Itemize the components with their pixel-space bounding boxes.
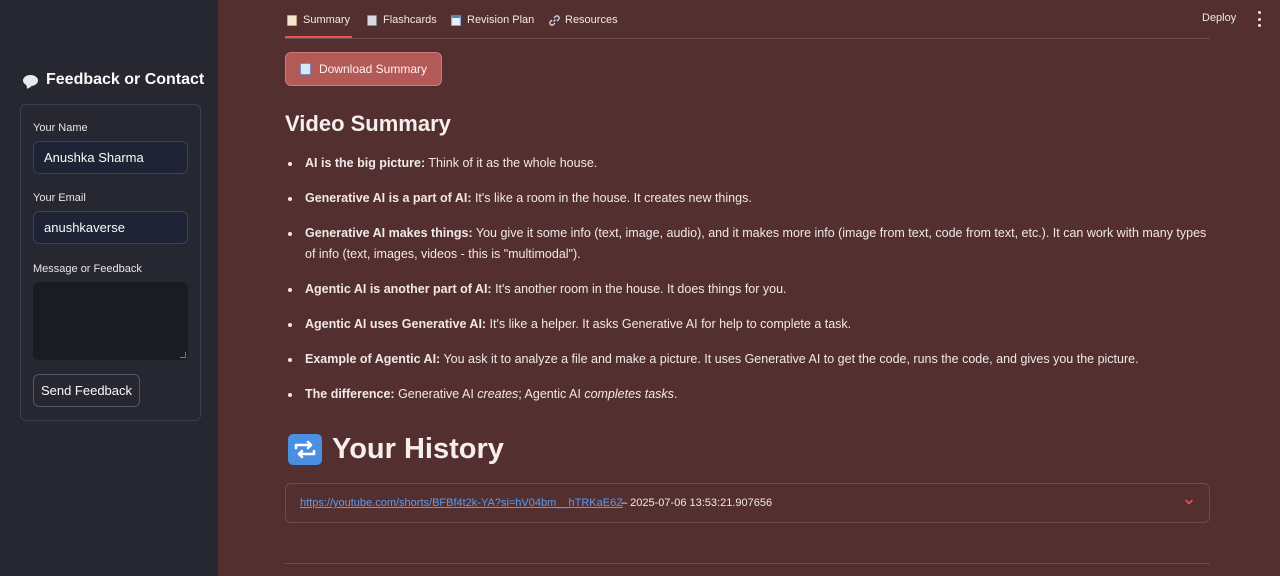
name-label: Your Name bbox=[33, 122, 88, 134]
history-heading: Your History bbox=[288, 433, 504, 466]
list-item: Generative AI makes things: You give it … bbox=[285, 223, 1215, 265]
download-summary-button[interactable]: Download Summary bbox=[285, 52, 442, 86]
tab-flashcards-label: Flashcards bbox=[383, 14, 437, 26]
tab-bar: Summary Flashcards Revision Plan Resourc… bbox=[285, 0, 1210, 39]
list-item: Agentic AI uses Generative AI: It's like… bbox=[285, 314, 1215, 335]
list-item: Generative AI is a part of AI: It's like… bbox=[285, 188, 1215, 209]
divider bbox=[285, 563, 1210, 564]
cards-icon bbox=[367, 14, 377, 26]
tab-summary[interactable]: Summary bbox=[287, 14, 350, 26]
active-tab-indicator bbox=[285, 36, 352, 38]
email-input[interactable]: anushkaverse bbox=[33, 211, 188, 244]
list-item: AI is the big picture: Think of it as th… bbox=[285, 153, 1215, 174]
message-label: Message or Feedback bbox=[33, 263, 142, 275]
send-feedback-button[interactable]: Send Feedback bbox=[33, 374, 140, 407]
history-link[interactable]: https://youtube.com/shorts/BFBf4t2k-YA?s… bbox=[300, 497, 623, 509]
summary-heading: Video Summary bbox=[285, 111, 451, 136]
tab-flashcards[interactable]: Flashcards bbox=[367, 14, 437, 26]
book-icon bbox=[299, 63, 311, 75]
chevron-down-icon[interactable] bbox=[1184, 497, 1194, 507]
list-item: The difference: Generative AI creates; A… bbox=[285, 384, 1215, 405]
history-timestamp: – 2025-07-06 13:53:21.907656 bbox=[621, 497, 773, 509]
list-item: Example of Agentic AI: You ask it to ana… bbox=[285, 349, 1215, 370]
message-textarea[interactable] bbox=[33, 282, 188, 360]
tab-resources[interactable]: Resources bbox=[549, 14, 618, 26]
sidebar-title: Feedback or Contact bbox=[23, 71, 204, 89]
list-item: Agentic AI is another part of AI: It's a… bbox=[285, 279, 1215, 300]
download-summary-label: Download Summary bbox=[318, 62, 428, 76]
sidebar-title-text: Feedback or Contact bbox=[46, 71, 205, 88]
link-icon bbox=[549, 14, 560, 26]
tab-summary-label: Summary bbox=[303, 14, 351, 26]
speech-bubble-icon bbox=[23, 74, 38, 86]
name-input[interactable]: Anushka Sharma bbox=[33, 141, 188, 174]
history-heading-text: Your History bbox=[332, 433, 504, 465]
tab-resources-label: Resources bbox=[565, 14, 618, 26]
kebab-menu-icon[interactable] bbox=[1254, 11, 1264, 27]
sidebar: Feedback or Contact Your Name Anushka Sh… bbox=[0, 0, 218, 576]
tab-revision-plan[interactable]: Revision Plan bbox=[451, 14, 534, 26]
feedback-form: Your Name Anushka Sharma Your Email anus… bbox=[20, 104, 201, 421]
deploy-button[interactable]: Deploy bbox=[1202, 12, 1236, 24]
repeat-icon bbox=[288, 434, 322, 465]
resize-grip-icon[interactable] bbox=[180, 352, 186, 358]
email-label: Your Email bbox=[33, 192, 86, 204]
calendar-icon bbox=[451, 14, 461, 26]
tab-revision-plan-label: Revision Plan bbox=[467, 14, 535, 26]
history-expander[interactable]: https://youtube.com/shorts/BFBf4t2k-YA?s… bbox=[285, 483, 1210, 523]
page-icon bbox=[287, 14, 297, 26]
